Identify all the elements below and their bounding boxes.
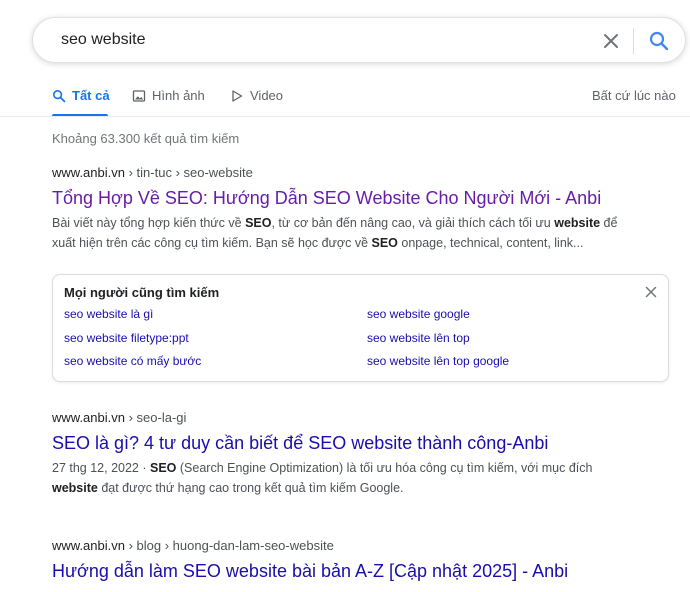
result-domain: www.anbi.vn (52, 165, 125, 180)
result-count: Khoảng 63.300 kết quả tìm kiếm (52, 131, 240, 146)
snippet-text: Bài viết này tổng hợp kiến thức về (52, 216, 246, 230)
related-search-link[interactable]: seo website lên top (367, 331, 470, 345)
tab-video[interactable]: Video (230, 88, 283, 103)
search-tabs: Tất cả Hình ảnh Video Bất cứ lúc nào (0, 80, 690, 117)
people-also-search-title: Mọi người cũng tìm kiếm (64, 285, 220, 300)
image-icon (132, 89, 146, 102)
snippet-text: để (600, 216, 618, 230)
result-url[interactable]: www.anbi.vn › seo-la-gi (52, 409, 672, 427)
snippet-text: (Search Engine Optimization) là tối ưu h… (176, 461, 593, 475)
snippet-keyword: SEO (150, 461, 177, 475)
close-icon[interactable] (599, 29, 623, 53)
related-search-link[interactable]: seo website google (367, 307, 470, 321)
result-url[interactable]: www.anbi.vn › blog › huong-dan-lam-seo-w… (52, 537, 672, 555)
snippet-keyword: website (554, 216, 601, 230)
result-title-link[interactable]: Tổng Hợp Về SEO: Hướng Dẫn SEO Website C… (52, 186, 672, 210)
search-result: www.anbi.vn › tin-tuc › seo-website Tổng… (52, 164, 672, 253)
snippet-keyword: SEO (371, 236, 398, 250)
tab-label: Tất cả (72, 88, 110, 103)
search-icon[interactable] (647, 29, 671, 53)
people-also-search-box: Mọi người cũng tìm kiếm seo website là g… (52, 274, 669, 382)
result-domain: www.anbi.vn (52, 410, 125, 425)
related-search-link[interactable]: seo website là gì (64, 307, 153, 321)
tab-all[interactable]: Tất cả (52, 88, 110, 103)
snippet-keyword: SEO (245, 216, 272, 230)
time-filter-button[interactable]: Bất cứ lúc nào (592, 88, 676, 103)
result-title-link[interactable]: SEO là gì? 4 tư duy cần biết để SEO webs… (52, 431, 672, 455)
related-search-link[interactable]: seo website có mấy bước (64, 354, 201, 368)
search-result: www.anbi.vn › seo-la-gi SEO là gì? 4 tư … (52, 409, 672, 498)
result-domain: www.anbi.vn (52, 538, 125, 553)
play-icon (232, 89, 243, 102)
result-path: › seo-la-gi (128, 410, 187, 425)
snippet-text: , từ cơ bản đến nâng cao, và giải thích … (271, 216, 555, 230)
result-snippet: Bài viết này tổng hợp kiến thức về SEO, … (52, 213, 672, 253)
related-search-link[interactable]: seo website lên top google (367, 354, 509, 368)
close-icon[interactable] (643, 284, 659, 300)
snippet-text: onpage, technical, content, link... (397, 236, 584, 250)
snippet-keyword: website (52, 481, 98, 495)
search-icon (52, 89, 66, 102)
search-bar[interactable]: seo website (32, 17, 686, 63)
result-title-link[interactable]: Hướng dẫn làm SEO website bài bản A-Z [C… (52, 559, 672, 583)
search-bar-divider (633, 28, 634, 54)
search-result: www.anbi.vn › blog › huong-dan-lam-seo-w… (52, 537, 672, 583)
tab-images[interactable]: Hình ảnh (132, 88, 205, 103)
snippet-text: xuất hiện trên các công cụ tìm kiếm. Bạn… (52, 236, 372, 250)
tab-label: Hình ảnh (152, 88, 205, 103)
snippet-date: 27 thg 12, 2022 · (52, 461, 150, 475)
tabs-divider (0, 116, 690, 117)
related-search-link[interactable]: seo website filetype:ppt (64, 331, 189, 345)
result-snippet: 27 thg 12, 2022 · SEO (Search Engine Opt… (52, 458, 672, 498)
result-path: › blog › huong-dan-lam-seo-website (128, 538, 334, 553)
search-input[interactable]: seo website (61, 31, 146, 49)
snippet-text: đạt được thứ hạng cao trong kết quả tìm … (97, 481, 404, 495)
result-url[interactable]: www.anbi.vn › tin-tuc › seo-website (52, 164, 672, 182)
tab-label: Video (250, 88, 284, 103)
result-path: › tin-tuc › seo-website (128, 165, 253, 180)
